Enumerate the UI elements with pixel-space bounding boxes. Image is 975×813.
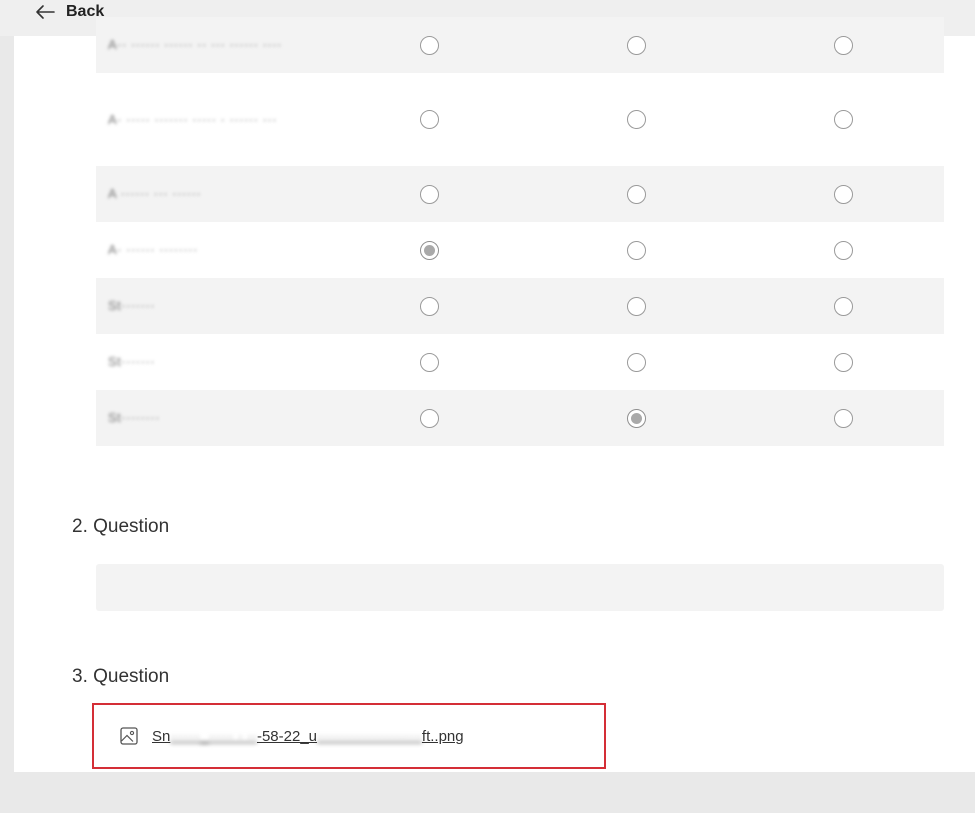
matrix-row: A·· ······ ······ ·· ··· ······ ···· xyxy=(96,17,944,73)
matrix-radio-option-1[interactable] xyxy=(420,240,439,260)
file-name-redacted-2: ····················· xyxy=(317,728,422,745)
uploaded-file-highlight: Sn······_····· · ··-58-22_u·············… xyxy=(92,703,606,769)
matrix-radio-option-1[interactable] xyxy=(420,110,439,129)
matrix-radio-option-2[interactable] xyxy=(627,296,646,316)
matrix-row-label: A ······ ··· ······ xyxy=(108,186,202,201)
matrix-radio-option-3[interactable] xyxy=(834,184,853,204)
image-file-icon xyxy=(120,727,138,745)
matrix-row: A· ····· ······· ····· · ······ ··· xyxy=(96,73,944,166)
matrix-row: St······· xyxy=(96,278,944,334)
back-arrow-icon xyxy=(36,5,55,19)
matrix-radio-option-3[interactable] xyxy=(834,352,853,372)
matrix-row: A ······ ··· ······ xyxy=(96,166,944,222)
question-2-title: 2. Question xyxy=(72,516,170,537)
question-3-title: 3. Question xyxy=(72,666,170,687)
matrix-radio-option-3[interactable] xyxy=(834,35,853,55)
matrix-row-label: St········ xyxy=(108,410,160,425)
back-button[interactable]: Back xyxy=(34,0,104,24)
file-name-suffix: ft..png xyxy=(421,728,464,745)
bottom-bar xyxy=(0,772,975,813)
matrix-radio-option-1[interactable] xyxy=(420,35,439,55)
matrix-radio-option-2[interactable] xyxy=(627,352,646,372)
matrix-radio-option-2[interactable] xyxy=(627,35,646,55)
matrix-radio-option-1[interactable] xyxy=(420,296,439,316)
matrix-radio-option-3[interactable] xyxy=(834,240,853,260)
matrix-row: A· ······ ········ xyxy=(96,222,944,278)
matrix-radio-option-1[interactable] xyxy=(420,408,439,428)
matrix-radio-option-2[interactable] xyxy=(627,184,646,204)
matrix-row: St········ xyxy=(96,390,944,446)
matrix-radio-option-2[interactable] xyxy=(627,110,646,129)
matrix-row-label: St······· xyxy=(108,298,156,313)
question-2-answer-field[interactable] xyxy=(96,564,944,611)
file-name-middle: -58-22_u xyxy=(256,728,318,745)
matrix-radio-option-1[interactable] xyxy=(420,352,439,372)
matrix-radio-option-1[interactable] xyxy=(420,184,439,204)
matrix-radio-option-2[interactable] xyxy=(627,240,646,260)
likert-matrix: A·· ······ ······ ·· ··· ······ ···· A· ·… xyxy=(96,17,944,446)
file-name-redacted-1: ······_····· · ·· xyxy=(170,728,257,745)
matrix-radio-option-3[interactable] xyxy=(834,110,853,129)
matrix-radio-option-2[interactable] xyxy=(627,408,646,428)
form-card: A·· ······ ······ ·· ··· ······ ···· A· ·… xyxy=(14,17,975,772)
matrix-row-label: A· ····· ······· ····· · ······ ··· xyxy=(108,111,278,127)
matrix-row-label: A·· ······ ······ ·· ··· ······ ···· xyxy=(108,37,282,52)
matrix-row-label: A· ······ ········ xyxy=(108,242,198,257)
matrix-row: St······· xyxy=(96,334,944,390)
file-name-prefix: Sn xyxy=(152,728,171,745)
uploaded-file-link[interactable]: Sn······_····· · ··-58-22_u·············… xyxy=(152,728,464,745)
matrix-radio-option-3[interactable] xyxy=(834,296,853,316)
matrix-row-label: St······· xyxy=(108,354,156,369)
matrix-radio-option-3[interactable] xyxy=(834,408,853,428)
